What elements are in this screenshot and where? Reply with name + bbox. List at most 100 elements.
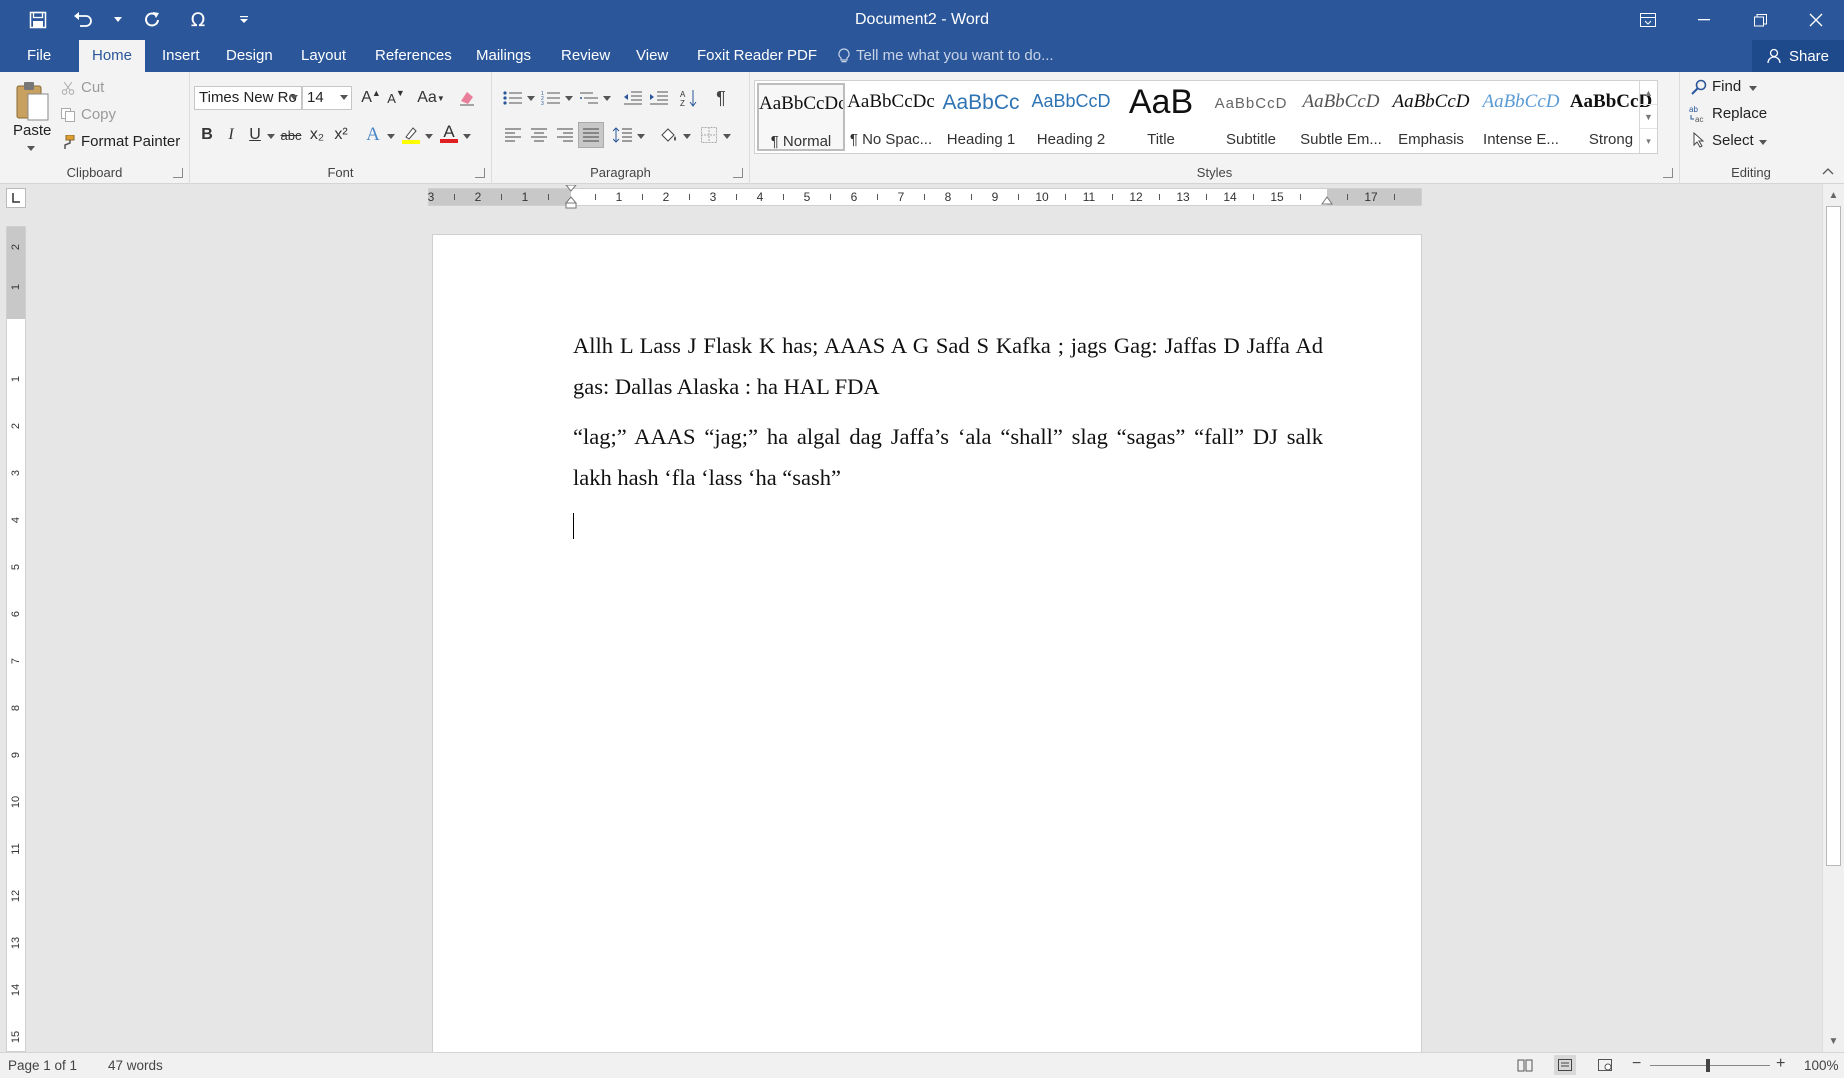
- shading-icon[interactable]: [656, 122, 682, 148]
- style-heading-2[interactable]: AaBbCcD Heading 2: [1027, 83, 1115, 151]
- zoom-slider[interactable]: [1650, 1065, 1770, 1066]
- text-effects-dropdown-icon[interactable]: [386, 132, 396, 140]
- tab-insert[interactable]: Insert: [149, 40, 213, 72]
- vertical-scrollbar[interactable]: ▲ ▼: [1822, 184, 1844, 1052]
- document-page[interactable]: Allh L Lass J Flask K has; AAAS A G Sad …: [432, 234, 1422, 1056]
- font-launcher-icon[interactable]: [475, 168, 485, 178]
- tab-home[interactable]: Home: [79, 40, 146, 72]
- font-color-button[interactable]: A: [436, 120, 462, 146]
- tab-references[interactable]: References: [362, 40, 465, 72]
- print-layout-icon[interactable]: [1554, 1055, 1576, 1075]
- bullets-icon[interactable]: [500, 85, 526, 111]
- change-case-button[interactable]: Aa ▼: [414, 85, 448, 111]
- styles-launcher-icon[interactable]: [1663, 168, 1673, 178]
- style-intense-emphasis[interactable]: AaBbCcD Intense E...: [1477, 83, 1565, 151]
- restore-icon[interactable]: [1732, 0, 1788, 40]
- document-paragraph-1[interactable]: Allh L Lass J Flask K has; AAAS A G Sad …: [573, 325, 1323, 407]
- numbering-icon[interactable]: 123: [538, 85, 564, 111]
- tab-mailings[interactable]: Mailings: [463, 40, 544, 72]
- style-emphasis[interactable]: AaBbCcD Emphasis: [1387, 83, 1475, 151]
- paste-button[interactable]: Paste: [13, 122, 51, 139]
- scroll-down-icon[interactable]: ▼: [1823, 1032, 1844, 1050]
- tab-view[interactable]: View: [623, 40, 681, 72]
- underline-dropdown-icon[interactable]: [266, 132, 276, 140]
- left-indent-marker-icon[interactable]: [565, 185, 577, 209]
- gallery-down-icon[interactable]: ▼: [1640, 105, 1657, 129]
- select-dropdown-icon[interactable]: [1758, 138, 1768, 146]
- underline-button[interactable]: U: [242, 122, 268, 148]
- bullets-dropdown-icon[interactable]: [526, 94, 536, 102]
- tab-design[interactable]: Design: [213, 40, 286, 72]
- paste-dropdown-icon[interactable]: [26, 144, 36, 152]
- scroll-up-icon[interactable]: ▲: [1823, 186, 1844, 204]
- text-effects-button[interactable]: A: [360, 122, 386, 148]
- increase-indent-icon[interactable]: [646, 85, 672, 111]
- align-right-icon[interactable]: [552, 122, 578, 148]
- font-name-dropdown-icon[interactable]: [290, 95, 298, 100]
- font-color-dropdown-icon[interactable]: [462, 132, 472, 140]
- shrink-font-button[interactable]: A ▼: [383, 85, 409, 111]
- tab-layout[interactable]: Layout: [288, 40, 359, 72]
- show-formatting-marks-icon[interactable]: ¶: [708, 85, 734, 111]
- numbering-dropdown-icon[interactable]: [564, 94, 574, 102]
- tab-file[interactable]: File: [14, 40, 64, 72]
- tab-review[interactable]: Review: [548, 40, 623, 72]
- multilevel-list-icon[interactable]: [576, 85, 602, 111]
- gallery-more-icon[interactable]: ▾: [1640, 129, 1657, 153]
- vertical-ruler[interactable]: 2 1 1 2 3 4 5 6 7 8 9 10 11 12 13 14 15: [6, 226, 26, 1052]
- style-title[interactable]: AaB Title: [1117, 83, 1205, 151]
- subscript-button[interactable]: x₂: [304, 122, 330, 148]
- document-paragraph-2[interactable]: “lag;” AAAS “jag;” ha algal dag Jaffa’s …: [573, 416, 1323, 498]
- collapse-ribbon-icon[interactable]: [1820, 164, 1836, 178]
- ribbon-display-options-icon[interactable]: [1620, 0, 1676, 40]
- horizontal-ruler[interactable]: 3 2 1 1 2 3 4 5 6 7 8 9 10 11 12 13 14 1…: [428, 185, 1422, 209]
- format-painter-button[interactable]: Format Painter: [81, 133, 180, 150]
- style-heading-1[interactable]: AaBbCc Heading 1: [937, 83, 1025, 151]
- sort-icon[interactable]: AZ: [676, 85, 702, 111]
- tab-foxit-reader-pdf[interactable]: Foxit Reader PDF: [684, 40, 830, 72]
- zoom-slider-thumb[interactable]: [1706, 1059, 1710, 1072]
- tab-selector[interactable]: [6, 188, 26, 208]
- bold-button[interactable]: B: [194, 122, 220, 148]
- align-left-icon[interactable]: [500, 122, 526, 148]
- multilevel-dropdown-icon[interactable]: [602, 94, 612, 102]
- minimize-icon[interactable]: [1676, 0, 1732, 40]
- right-indent-marker-icon[interactable]: [1321, 195, 1333, 207]
- page-count[interactable]: Page 1 of 1: [8, 1058, 77, 1073]
- clear-formatting-icon[interactable]: [454, 85, 480, 111]
- zoom-in-button[interactable]: +: [1776, 1055, 1785, 1073]
- tell-me-box[interactable]: Tell me what you want to do...: [838, 40, 1054, 72]
- close-icon[interactable]: [1788, 0, 1844, 40]
- web-layout-icon[interactable]: [1596, 1057, 1614, 1073]
- justify-icon[interactable]: [578, 122, 604, 148]
- copy-button[interactable]: Copy: [81, 106, 116, 123]
- line-spacing-icon[interactable]: [610, 122, 636, 148]
- borders-dropdown-icon[interactable]: [722, 132, 732, 140]
- clipboard-launcher-icon[interactable]: [173, 168, 183, 178]
- style-subtle-emphasis[interactable]: AaBbCcD Subtle Em...: [1297, 83, 1385, 151]
- cut-button[interactable]: Cut: [81, 79, 104, 96]
- find-button[interactable]: Find: [1712, 78, 1741, 95]
- replace-button[interactable]: Replace: [1712, 105, 1767, 122]
- scrollbar-thumb[interactable]: [1826, 206, 1841, 866]
- grow-font-button[interactable]: A ▲: [358, 85, 384, 111]
- strikethrough-button[interactable]: abc: [278, 122, 304, 148]
- style-subtitle[interactable]: AaBbCcD Subtitle: [1207, 83, 1295, 151]
- word-count[interactable]: 47 words: [108, 1058, 163, 1073]
- font-size-combo[interactable]: 14: [302, 86, 352, 110]
- superscript-button[interactable]: x²: [328, 122, 354, 148]
- font-name-combo[interactable]: Times New Ro: [194, 86, 302, 110]
- style-normal[interactable]: AaBbCcDc ¶ Normal: [757, 83, 845, 151]
- zoom-out-button[interactable]: −: [1632, 1055, 1641, 1073]
- share-button[interactable]: Share: [1752, 40, 1844, 72]
- paragraph-launcher-icon[interactable]: [733, 168, 743, 178]
- gallery-up-icon[interactable]: ▲: [1640, 81, 1657, 105]
- font-size-dropdown-icon[interactable]: [340, 95, 348, 100]
- find-dropdown-icon[interactable]: [1748, 84, 1758, 92]
- shading-dropdown-icon[interactable]: [682, 132, 692, 140]
- highlight-dropdown-icon[interactable]: [424, 132, 434, 140]
- paste-icon[interactable]: [10, 78, 54, 124]
- style-no-spacing[interactable]: AaBbCcDc ¶ No Spac...: [847, 83, 935, 151]
- decrease-indent-icon[interactable]: [620, 85, 646, 111]
- select-button[interactable]: Select: [1712, 132, 1754, 149]
